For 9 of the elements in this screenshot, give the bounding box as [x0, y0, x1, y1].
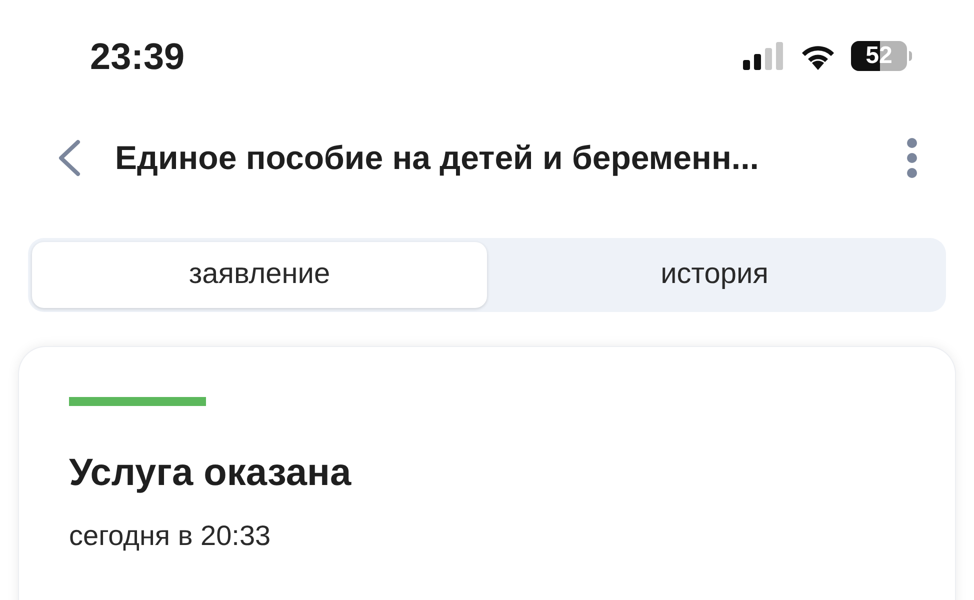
screen-title: Единое пособие на детей и беременн... [115, 138, 760, 178]
tab[interactable]: заявление [32, 242, 487, 308]
tab[interactable]: история [487, 242, 942, 308]
status-title: Услуга оказана [69, 454, 352, 492]
status-date: сегодня в 20:33 [69, 522, 272, 550]
more-icon[interactable] [906, 138, 918, 178]
status-time: 23:39 [90, 38, 185, 74]
signal-icon [743, 42, 785, 70]
back-icon[interactable] [56, 139, 82, 177]
